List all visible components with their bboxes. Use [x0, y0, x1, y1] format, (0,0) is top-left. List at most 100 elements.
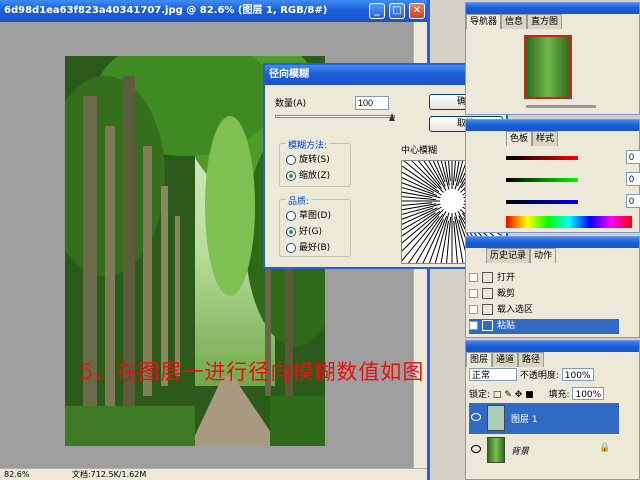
maximize-button[interactable]: □ [389, 3, 405, 19]
tab-layers[interactable]: 图层 [466, 352, 493, 367]
tab-styles[interactable]: 样式 [532, 131, 559, 146]
history-item-label: 粘贴 [497, 321, 516, 331]
layer-thumbnail [487, 437, 505, 463]
history-item-label: 载入选区 [497, 305, 534, 315]
radio-indicator [286, 226, 296, 237]
radio-indicator [286, 170, 296, 181]
tutorial-caption: 5、在图层一进行径向模糊数值如图 [80, 360, 425, 384]
history-title-bar[interactable] [466, 237, 639, 248]
history-item-load-selection[interactable]: 载入选区 [469, 303, 619, 318]
layers-title-bar[interactable] [466, 341, 639, 352]
tab-histogram[interactable]: 直方图 [527, 14, 563, 29]
red-value[interactable] [626, 150, 640, 164]
history-item-crop[interactable]: 裁剪 [469, 287, 619, 302]
color-panel: 色板 样式 [465, 119, 640, 233]
layers-tabs: 图层 通道 路径 [466, 352, 639, 367]
navigator-zoom-slider[interactable] [526, 105, 596, 108]
history-checkbox[interactable] [469, 273, 478, 282]
opacity-label: 不透明度: [519, 371, 559, 381]
paste-icon [482, 320, 493, 331]
document-title: 6d98d1ea63f823a40341707.jpg @ 82.6% (图层 … [4, 5, 328, 16]
radio-indicator [286, 242, 296, 253]
eye-icon[interactable] [471, 445, 481, 453]
fill-input[interactable]: 100% [572, 387, 605, 400]
method-spin-radio[interactable]: 旋转(S) [286, 152, 330, 165]
crop-icon [482, 288, 493, 299]
blur-ray [428, 215, 447, 263]
history-checkbox[interactable] [469, 321, 478, 330]
tab-history[interactable]: 历史记录 [486, 248, 531, 263]
blue-value[interactable] [626, 194, 640, 208]
layer-lock-row: 锁定: □ ✎ ✥ ■ 填充: 100% [469, 387, 637, 401]
lock-move-icon[interactable]: ✥ [515, 390, 523, 400]
color-spectrum[interactable] [506, 216, 632, 228]
dialog-title: 径向模糊 [269, 69, 309, 80]
quality-draft-radio[interactable]: 草图(D) [286, 208, 331, 221]
lock-transparent-icon[interactable]: □ [493, 390, 502, 400]
blur-method-title: 模糊方法: [286, 138, 330, 151]
history-item-label: 打开 [497, 273, 516, 283]
history-item-paste[interactable]: 粘贴 [469, 319, 619, 334]
lock-paint-icon[interactable]: ✎ [504, 390, 512, 400]
layer-name: 背景 [511, 447, 530, 457]
amount-slider-track[interactable] [275, 115, 395, 118]
history-checkbox[interactable] [469, 305, 478, 314]
tab-actions[interactable]: 动作 [530, 248, 557, 263]
layer-row-layer1[interactable]: 图层 1 [469, 403, 619, 434]
eye-icon[interactable] [471, 413, 481, 421]
blur-ray [434, 212, 450, 263]
amount-input[interactable] [355, 96, 389, 110]
tab-swatches[interactable]: 色板 [506, 131, 533, 146]
blur-ray [415, 211, 447, 263]
blend-mode-select[interactable]: 正常 [469, 368, 517, 381]
blur-ray [444, 161, 450, 186]
quality-good-label: 好(G) [299, 227, 322, 237]
method-zoom-label: 缩放(Z) [299, 171, 331, 181]
history-item-label: 裁剪 [497, 289, 516, 299]
blur-ray [402, 165, 440, 193]
red-slider[interactable] [506, 150, 640, 166]
blue-gradient [506, 200, 578, 204]
layer-row-background[interactable]: 背景 🔒 [469, 435, 619, 466]
tab-channels[interactable]: 通道 [492, 352, 519, 367]
close-button[interactable]: ✕ [409, 3, 425, 19]
document-size: 文档:712.5K/1.62M [71, 470, 147, 479]
blue-slider[interactable] [506, 194, 640, 210]
history-tabs: 历史记录 动作 [466, 248, 639, 263]
lock-all-icon[interactable]: ■ [525, 390, 534, 400]
quality-good-radio[interactable]: 好(G) [286, 224, 322, 237]
history-checkbox[interactable] [469, 289, 478, 298]
center-blur-label: 中心模糊 [401, 146, 438, 156]
lock-icon: 🔒 [599, 443, 611, 453]
lock-label: 锁定: [469, 390, 491, 400]
quality-group: 品质: 草图(D) 好(G) 最好(B) [279, 194, 351, 257]
tab-navigator[interactable]: 导航器 [466, 14, 502, 29]
quality-best-label: 最好(B) [299, 243, 331, 253]
opacity-input[interactable]: 100% [561, 368, 594, 381]
document-title-bar[interactable]: 6d98d1ea63f823a40341707.jpg @ 82.6% (图层 … [0, 0, 427, 22]
color-title-bar[interactable] [466, 120, 639, 131]
amount-label: 数量(A) [275, 99, 307, 109]
layer-blend-row: 正常 不透明度: 100% [469, 368, 637, 382]
fill-label: 填充: [548, 390, 570, 400]
layers-panel: 图层 通道 路径 正常 不透明度: 100% 锁定: □ ✎ ✥ ■ 填充: 100… [465, 340, 640, 480]
green-slider[interactable] [506, 172, 640, 188]
navigator-thumbnail[interactable] [524, 35, 572, 99]
tab-paths[interactable]: 路径 [518, 352, 545, 367]
blur-method-group: 模糊方法: 旋转(S) 缩放(Z) [279, 138, 351, 187]
navigator-panel: 导航器 信息 直方图 [465, 2, 640, 115]
radio-indicator [286, 210, 296, 221]
quality-title: 品质: [286, 194, 312, 207]
radio-indicator [286, 154, 296, 165]
green-value[interactable] [626, 172, 640, 186]
history-item-open[interactable]: 打开 [469, 271, 619, 286]
layer-thumbnail [487, 405, 505, 431]
method-zoom-radio[interactable]: 缩放(Z) [286, 168, 330, 181]
history-panel: 历史记录 动作 打开 裁剪 载入选区 粘贴 [465, 236, 640, 338]
color-tabs: 色板 样式 [466, 131, 639, 146]
quality-best-radio[interactable]: 最好(B) [286, 240, 330, 253]
tab-info[interactable]: 信息 [501, 14, 528, 29]
navigator-title-bar[interactable] [466, 3, 639, 14]
open-icon [482, 272, 493, 283]
minimize-button[interactable]: _ [369, 3, 385, 19]
